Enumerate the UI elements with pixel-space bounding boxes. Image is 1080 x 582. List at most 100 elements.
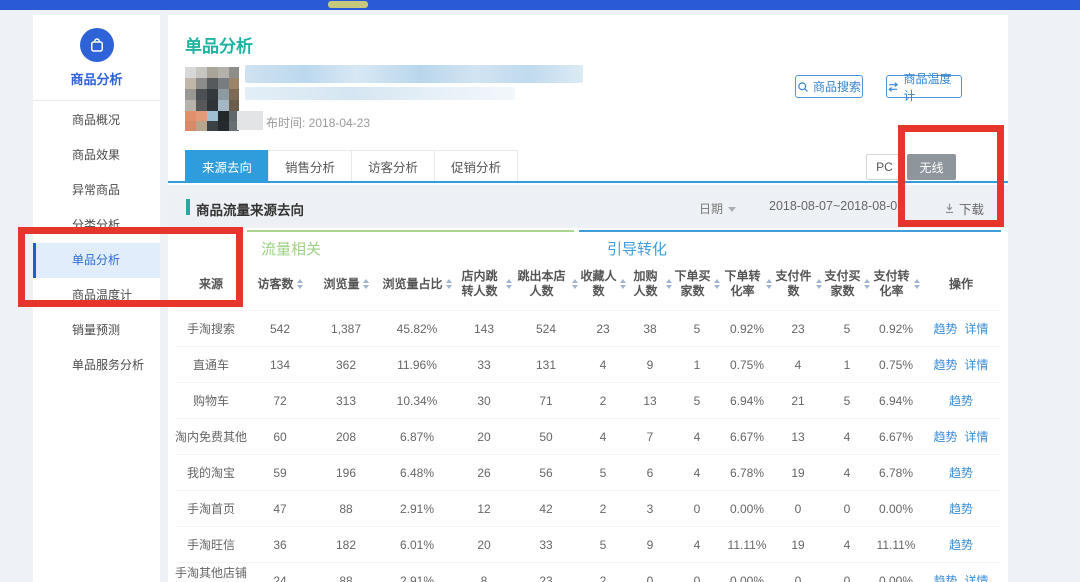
value-cell: 0 [823, 491, 871, 526]
sidebar-item-label: 商品效果 [72, 148, 120, 162]
value-cell: 542 [247, 311, 313, 346]
publish-time: 布时间: 2018-04-23 [266, 114, 370, 131]
value-cell: 23 [513, 563, 579, 582]
product-thumbnail [185, 67, 239, 131]
value-cell: 6.78% [871, 455, 921, 490]
value-cell: 13 [773, 419, 823, 454]
detail-link[interactable]: 详情 [965, 428, 989, 445]
value-cell: 19 [773, 527, 823, 562]
date-dropdown[interactable]: 日期 [699, 200, 736, 217]
value-cell: 12 [455, 491, 513, 526]
column-header-label: 支付件数 [774, 269, 813, 299]
sort-icon[interactable] [766, 279, 772, 289]
sidebar-item[interactable]: 商品概况 [33, 103, 160, 138]
value-cell: 6 [627, 455, 673, 490]
column-header-label: 下单买家数 [674, 269, 711, 299]
value-cell: 2 [579, 383, 627, 418]
value-cell: 7 [627, 419, 673, 454]
trend-link[interactable]: 趋势 [949, 392, 973, 409]
source-cell: 手淘搜索 [175, 311, 247, 346]
actions-cell: 趋势 [921, 491, 1001, 526]
value-cell: 4 [823, 455, 871, 490]
detail-link[interactable]: 详情 [965, 320, 989, 337]
sort-icon[interactable] [714, 279, 720, 289]
date-range-picker[interactable]: 2018-08-07~2018-08-07 [769, 199, 904, 213]
value-cell: 2.91% [379, 491, 455, 526]
column-header: 下单买家数 [673, 264, 721, 310]
sort-icon[interactable] [363, 279, 369, 289]
column-header-label: 支付转化率 [872, 269, 911, 299]
sort-icon[interactable] [864, 279, 870, 289]
value-cell: 2 [579, 491, 627, 526]
trend-link[interactable]: 趋势 [949, 500, 973, 517]
sort-icon[interactable] [572, 279, 578, 289]
detail-link[interactable]: 详情 [965, 356, 989, 373]
value-cell: 0.00% [871, 491, 921, 526]
column-header-label: 加购人数 [628, 269, 663, 299]
tab[interactable]: 销售分析 [268, 150, 352, 181]
value-cell: 6.87% [379, 419, 455, 454]
tab[interactable]: 促销分析 [434, 150, 518, 181]
value-cell: 30 [455, 383, 513, 418]
swap-arrows-icon [887, 81, 899, 93]
trend-link[interactable]: 趋势 [933, 428, 957, 445]
detail-link[interactable]: 详情 [965, 572, 989, 582]
value-cell: 5 [673, 311, 721, 346]
sidebar-item[interactable]: 异常商品 [33, 173, 160, 208]
value-cell: 72 [247, 383, 313, 418]
column-header-label: 浏览量占比 [382, 277, 442, 292]
sidebar-item[interactable]: 商品效果 [33, 138, 160, 173]
value-cell: 4 [773, 347, 823, 382]
sort-icon[interactable] [506, 279, 512, 289]
product-search-button[interactable]: 商品搜索 [795, 75, 863, 98]
value-cell: 6.01% [379, 527, 455, 562]
sort-icon[interactable] [446, 279, 452, 289]
column-header-label: 店内跳转人数 [456, 269, 503, 299]
sort-icon[interactable] [666, 279, 672, 289]
value-cell: 6.67% [871, 419, 921, 454]
trend-link[interactable]: 趋势 [933, 356, 957, 373]
value-cell: 47 [247, 491, 313, 526]
value-cell: 42 [513, 491, 579, 526]
sort-icon[interactable] [914, 279, 920, 289]
value-cell: 56 [513, 455, 579, 490]
annotation-box-wireless-download [898, 125, 1004, 227]
table-row: 我的淘宝591966.48%26565646.78%1946.78%趋势 [175, 454, 1001, 490]
trend-link[interactable]: 趋势 [949, 464, 973, 481]
value-cell: 4 [673, 419, 721, 454]
product-thermometer-button[interactable]: 商品温度计 [886, 75, 962, 98]
trend-link[interactable]: 趋势 [949, 536, 973, 553]
value-cell: 4 [673, 455, 721, 490]
sidebar-item[interactable]: 销量预测 [33, 313, 160, 348]
actions-cell: 趋势 [921, 455, 1001, 490]
annotation-box-sidebar [18, 227, 243, 307]
column-header-label: 收藏人数 [580, 269, 617, 299]
sidebar-item[interactable]: 单品服务分析 [33, 348, 160, 383]
value-cell: 4 [579, 419, 627, 454]
value-cell: 2 [579, 563, 627, 582]
trend-link[interactable]: 趋势 [933, 572, 957, 582]
value-cell: 313 [313, 383, 379, 418]
actions-cell: 趋势详情 [921, 419, 1001, 454]
tab[interactable]: 来源去向 [185, 150, 269, 181]
value-cell: 8 [455, 563, 513, 582]
sidebar-header: 商品分析 [33, 15, 160, 101]
table-group-header: 流量相关 引导转化 [175, 230, 1001, 264]
value-cell: 6.78% [721, 455, 773, 490]
section-title: 商品流量来源去向 [196, 199, 304, 219]
column-header: 操作 [921, 264, 1001, 310]
value-cell: 13 [627, 383, 673, 418]
sort-icon[interactable] [620, 279, 626, 289]
value-cell: 0 [773, 563, 823, 582]
trend-link[interactable]: 趋势 [933, 320, 957, 337]
value-cell: 38 [627, 311, 673, 346]
value-cell: 59 [247, 455, 313, 490]
value-cell: 11.11% [871, 527, 921, 562]
tab[interactable]: 访客分析 [351, 150, 435, 181]
column-header: 店内跳转人数 [455, 264, 513, 310]
sort-icon[interactable] [297, 279, 303, 289]
column-header: 支付转化率 [871, 264, 921, 310]
sort-icon[interactable] [816, 279, 822, 289]
page: 商品分析 商品概况商品效果异常商品分类分析单品分析商品温度计销量预测单品服务分析… [0, 0, 1080, 582]
value-cell: 6.67% [721, 419, 773, 454]
